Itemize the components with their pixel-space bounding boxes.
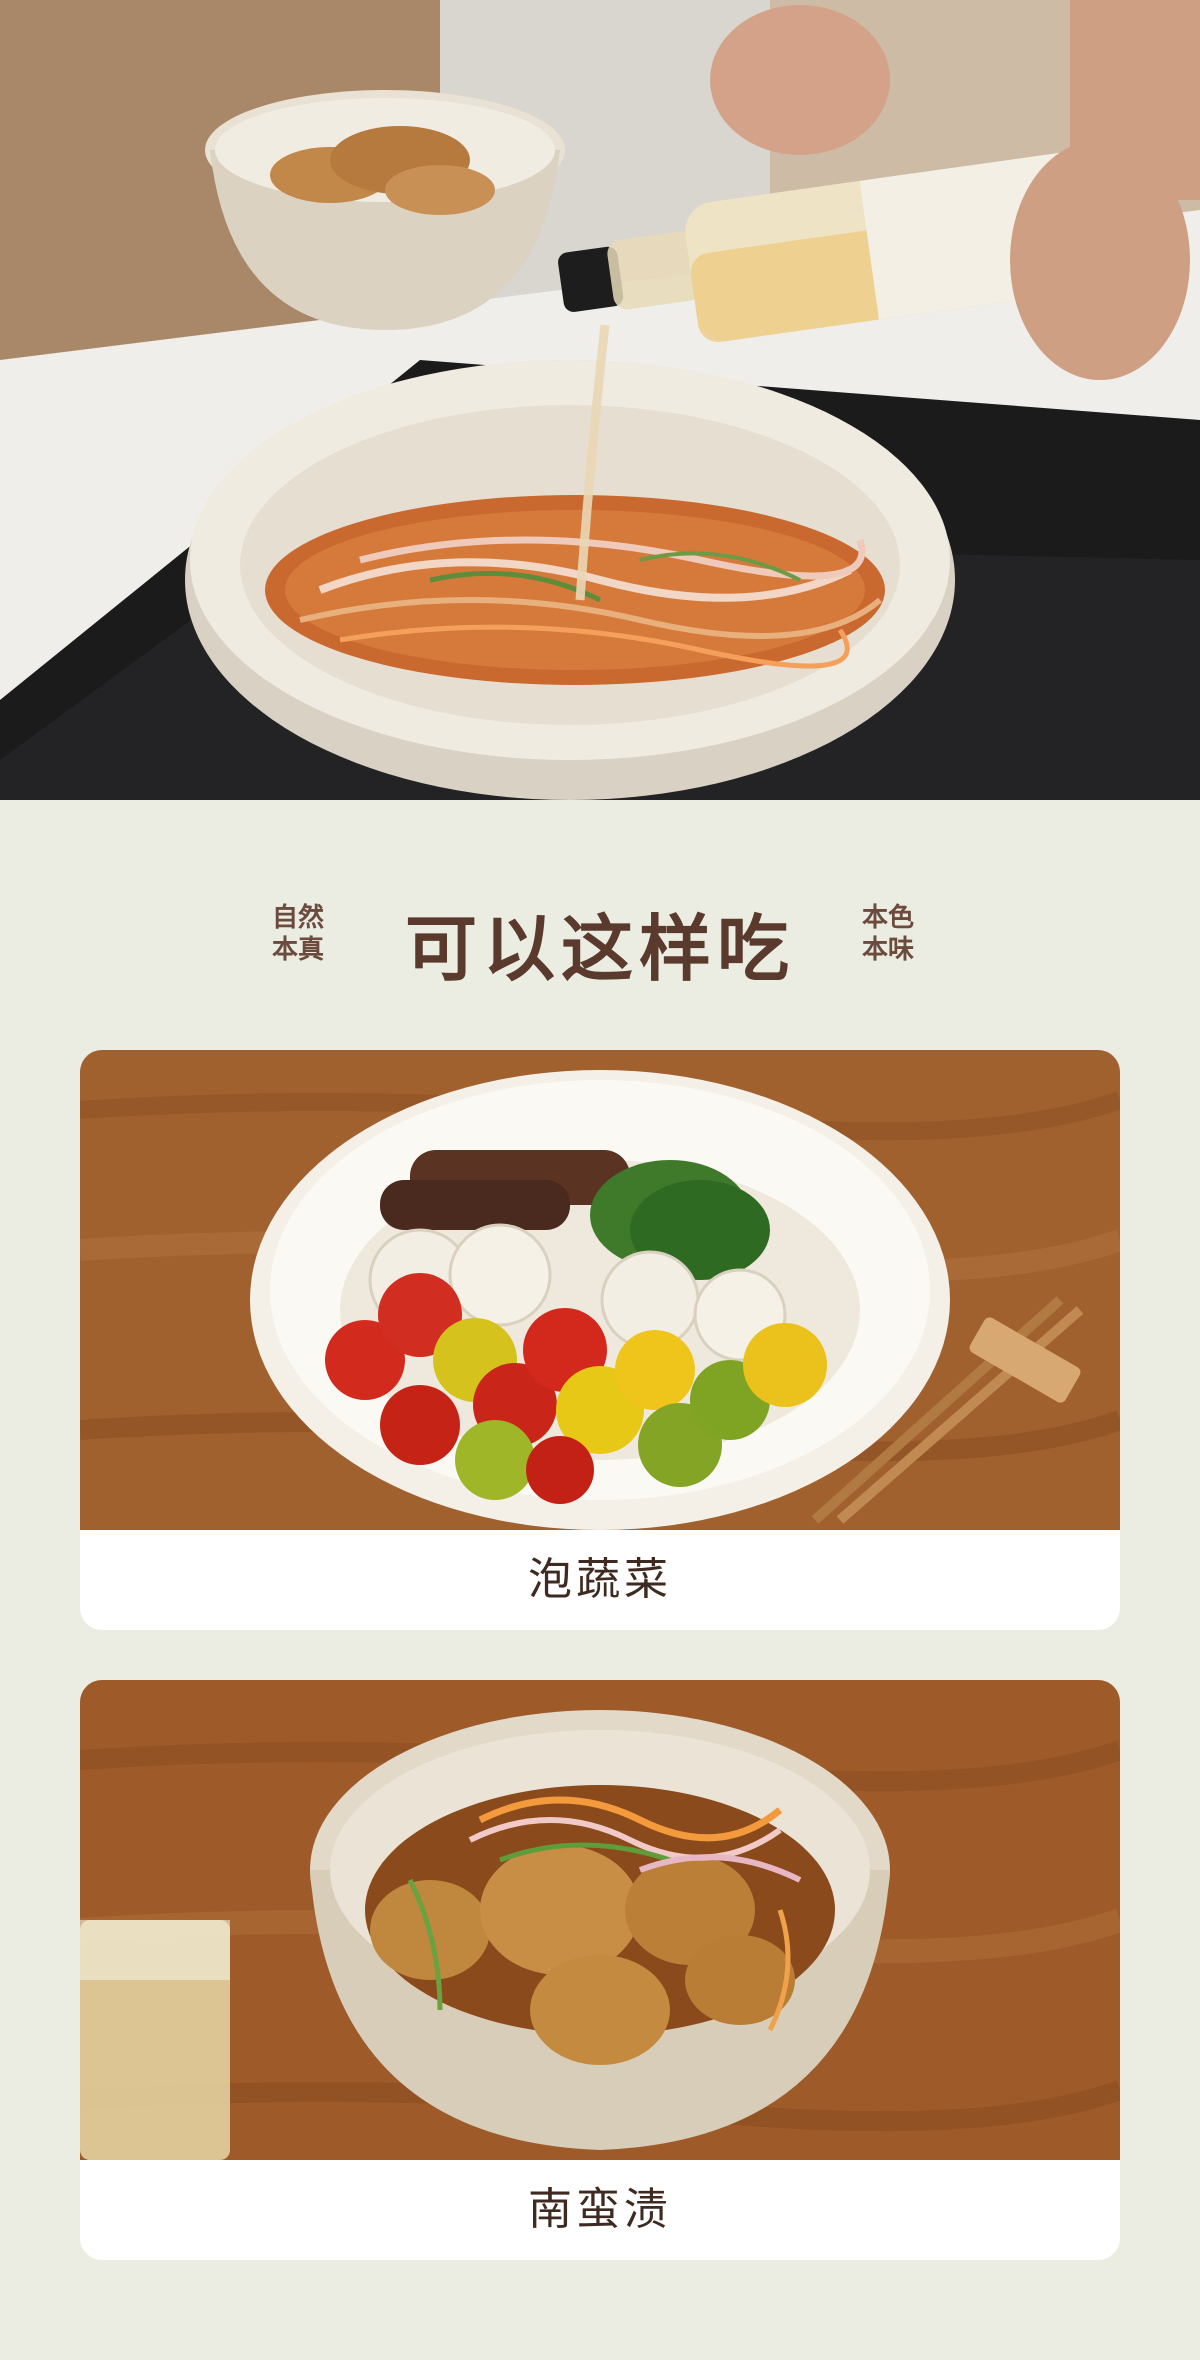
dish-name-nanbanzuke: 南蛮渍 — [528, 2184, 672, 2235]
section-title: 可以这样吃 — [404, 907, 795, 991]
hero-photo — [0, 0, 1200, 800]
section-heading: 自然 本真 可以这样吃 本色 本味 — [0, 860, 1200, 1010]
dish-card-pickled-vegetables[interactable]: 泡蔬菜 — [80, 1050, 1120, 1630]
right-tagline-line-2: 本味 — [862, 935, 915, 965]
left-tagline-line-1: 自然 — [272, 903, 325, 933]
dish-card-nanbanzuke[interactable]: 南蛮渍 — [80, 1680, 1120, 2260]
left-tagline: 自然 本真 — [272, 902, 324, 966]
dish-photo-nanbanzuke — [80, 1680, 1120, 2160]
product-detail-page: 自然 本真 可以这样吃 本色 本味 泡蔬菜 南蛮渍 — [0, 0, 1200, 2360]
right-tagline-line-1: 本色 — [862, 903, 915, 933]
dish-photo-pickled-vegetables — [80, 1050, 1120, 1530]
left-tagline-line-2: 本真 — [272, 935, 325, 965]
right-tagline: 本色 本味 — [862, 902, 914, 966]
dish-name-pickled-vegetables: 泡蔬菜 — [528, 1554, 672, 1605]
